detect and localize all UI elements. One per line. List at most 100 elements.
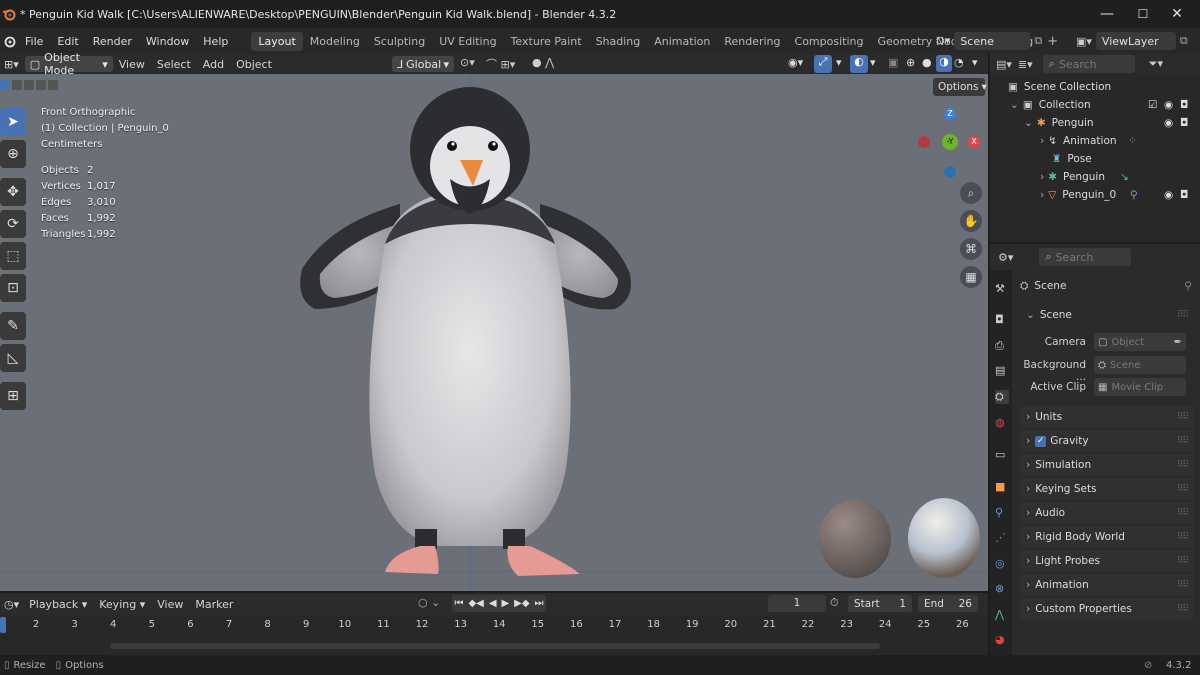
- transform-tool[interactable]: ⊡: [0, 274, 26, 302]
- jump-start-icon[interactable]: ⏮: [454, 598, 463, 609]
- view-layer-selector[interactable]: ▣▾ ViewLayer ⧉: [1076, 32, 1188, 50]
- drag-grip-icon[interactable]: ⠿⠿: [1177, 310, 1189, 320]
- outliner-row-penguin-data[interactable]: › ✱ Penguin ↘: [990, 168, 1200, 186]
- neg-y-axis-icon[interactable]: -Y: [942, 134, 958, 150]
- tool-settings-icon[interactable]: ⚒: [995, 282, 1009, 296]
- annotate-tool[interactable]: ✎: [0, 312, 26, 340]
- 3d-viewport[interactable]: Options ▾ Z -Y X ⌕ ✋ ⌘ ▦ Front Orthograp…: [0, 74, 988, 591]
- panel-simulation[interactable]: › Simulation ⠿⠿: [1020, 454, 1194, 476]
- select-intersect-icon[interactable]: [48, 80, 58, 90]
- drag-grip-icon[interactable]: ⠿⠿: [1177, 508, 1189, 518]
- properties-search-input[interactable]: ⌕ Search: [1039, 248, 1132, 266]
- drag-grip-icon[interactable]: ⠿⠿: [1177, 604, 1189, 614]
- camera-view-icon[interactable]: ⌘: [960, 238, 982, 260]
- x-axis-icon[interactable]: X: [968, 136, 980, 148]
- start-frame-field[interactable]: Start 1: [848, 595, 912, 612]
- z-axis-icon[interactable]: Z: [944, 108, 956, 120]
- scene-field[interactable]: Scene: [954, 32, 1031, 50]
- properties-editor-icon[interactable]: ⚙▾: [998, 251, 1013, 264]
- outliner-editor-icon[interactable]: ▤▾: [996, 58, 1012, 71]
- particles-tab-icon[interactable]: ⋰: [995, 531, 1009, 545]
- material-tab-icon[interactable]: ◕: [995, 633, 1009, 647]
- tab-sculpting[interactable]: Sculpting: [367, 32, 432, 51]
- timeline-editor-icon[interactable]: ◷▾: [0, 598, 23, 611]
- snap-icon[interactable]: ⌒ ⊞▾: [486, 56, 515, 72]
- drag-grip-icon[interactable]: ⠿⠿: [1177, 460, 1189, 470]
- checkbox-icon[interactable]: ☑: [1148, 99, 1157, 111]
- menu-add[interactable]: Add: [197, 58, 230, 71]
- panel-animation[interactable]: › Animation ⠿⠿: [1020, 574, 1194, 596]
- physics-tab-icon[interactable]: ◎: [995, 557, 1009, 571]
- gizmo-dropdown-icon[interactable]: ▾: [836, 56, 842, 69]
- playhead[interactable]: [0, 617, 6, 633]
- neg-x-axis-icon[interactable]: [918, 136, 930, 148]
- constraints-tab-icon[interactable]: ⊗: [995, 582, 1009, 596]
- tab-animation[interactable]: Animation: [647, 32, 717, 51]
- display-mode-icon[interactable]: ≣▾: [1018, 58, 1033, 71]
- render-icon[interactable]: ◘: [995, 313, 1009, 327]
- penguin-model[interactable]: [290, 84, 650, 579]
- outliner-row-pose[interactable]: ♜ Pose: [990, 150, 1200, 168]
- menu-marker[interactable]: Marker: [189, 598, 239, 611]
- select-extend-icon[interactable]: [12, 80, 22, 90]
- neg-z-axis-icon[interactable]: [944, 166, 956, 178]
- outliner-row-scene-collection[interactable]: ▣ Scene Collection: [990, 78, 1200, 96]
- play-reverse-icon[interactable]: ◀: [489, 598, 497, 609]
- close-button[interactable]: ✕: [1154, 0, 1200, 28]
- rendered-shading-icon[interactable]: ◔: [954, 56, 964, 69]
- panel-custom-properties[interactable]: › Custom Properties ⠿⠿: [1020, 598, 1194, 620]
- drag-grip-icon[interactable]: ⠿⠿: [1177, 532, 1189, 542]
- eyedropper-icon[interactable]: ✒: [1174, 337, 1182, 348]
- rotate-tool[interactable]: ⟳: [0, 210, 26, 238]
- current-frame-field[interactable]: 1: [768, 595, 826, 612]
- menu-keying[interactable]: Keying ▾: [93, 598, 151, 611]
- outliner-row-animation[interactable]: › ↯ Animation ⁘: [990, 132, 1200, 150]
- menu-render[interactable]: Render: [86, 35, 139, 48]
- menu-file[interactable]: File: [18, 35, 50, 48]
- stopwatch-icon[interactable]: ⏱: [830, 596, 839, 610]
- panel-scene-header[interactable]: ⌄ Scene ⠿⠿: [1020, 304, 1194, 326]
- menu-window[interactable]: Window: [139, 35, 196, 48]
- camera-icon[interactable]: ◘: [1180, 189, 1188, 201]
- camera-field[interactable]: ▢ Object ✒: [1094, 333, 1186, 351]
- next-keyframe-icon[interactable]: ▶◆: [514, 598, 529, 609]
- add-workspace-button[interactable]: +: [1040, 31, 1065, 52]
- menu-help[interactable]: Help: [196, 35, 235, 48]
- shading-dropdown-icon[interactable]: ▾: [972, 56, 978, 69]
- perspective-grid-icon[interactable]: ▦: [960, 266, 982, 288]
- select-invert-icon[interactable]: [36, 80, 46, 90]
- overlays-dropdown-icon[interactable]: ▾: [870, 56, 876, 69]
- visibility-icon[interactable]: ◉▾: [788, 56, 803, 69]
- panel-keying-sets[interactable]: › Keying Sets ⠿⠿: [1020, 478, 1194, 500]
- timeline-scrollbar[interactable]: [110, 643, 880, 649]
- drag-grip-icon[interactable]: ⠿⠿: [1177, 412, 1189, 422]
- auto-keying-icon[interactable]: ○ ⌄: [418, 596, 440, 609]
- cursor-tool[interactable]: ⊕: [0, 140, 26, 168]
- measure-tool[interactable]: ◺: [0, 344, 26, 372]
- view-layer-icon[interactable]: ▤: [995, 364, 1009, 378]
- active-clip-field[interactable]: ▦ Movie Clip: [1094, 378, 1186, 396]
- scene-selector[interactable]: ⛭▾ Scene ⧉: [936, 32, 1042, 50]
- panel-light-probes[interactable]: › Light Probes ⠿⠿: [1020, 550, 1194, 572]
- panel-units[interactable]: › Units ⠿⠿: [1020, 406, 1194, 428]
- proportional-edit-icon[interactable]: ● ⋀: [532, 56, 554, 69]
- outliner-search-input[interactable]: ⌕ Search: [1042, 55, 1135, 73]
- outliner-row-penguin-armature[interactable]: ⌄ ✱ Penguin ◉ ◘: [990, 114, 1200, 132]
- select-subtract-icon[interactable]: [24, 80, 34, 90]
- output-icon[interactable]: ⎙: [995, 339, 1009, 353]
- data-tab-icon[interactable]: ⋀: [995, 608, 1009, 622]
- new-scene-icon[interactable]: ⧉: [1034, 34, 1042, 48]
- tab-rendering[interactable]: Rendering: [717, 32, 787, 51]
- camera-icon[interactable]: ◘: [1180, 117, 1188, 129]
- xray-icon[interactable]: ▣: [888, 56, 898, 69]
- new-view-layer-icon[interactable]: ⧉: [1180, 34, 1188, 48]
- drag-grip-icon[interactable]: ⠿⠿: [1177, 556, 1189, 566]
- world-icon[interactable]: ◍: [995, 416, 1009, 430]
- select-box-tool[interactable]: ➤: [0, 108, 26, 136]
- gizmo-toggle-icon[interactable]: ⤢: [814, 55, 832, 73]
- eye-icon[interactable]: ◉: [1164, 117, 1173, 129]
- filter-icon[interactable]: ⏷▾: [1149, 57, 1163, 71]
- editor-type-icon[interactable]: ⊞▾: [0, 58, 23, 71]
- tab-layout[interactable]: Layout: [251, 31, 303, 51]
- menu-edit[interactable]: Edit: [50, 35, 85, 48]
